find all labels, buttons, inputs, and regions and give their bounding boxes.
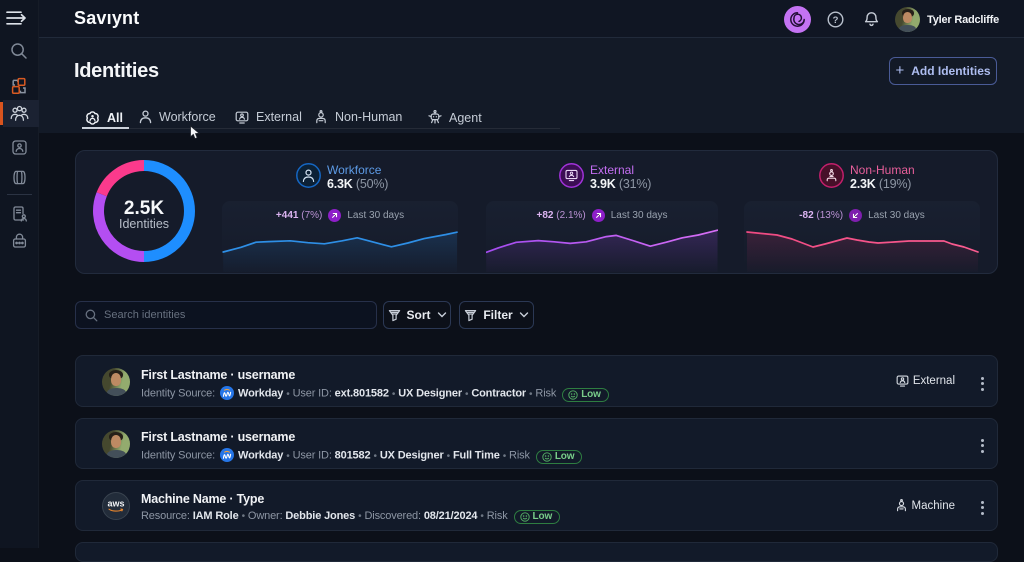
svg-text:aws: aws	[107, 499, 124, 509]
svg-text:?: ?	[833, 15, 839, 26]
